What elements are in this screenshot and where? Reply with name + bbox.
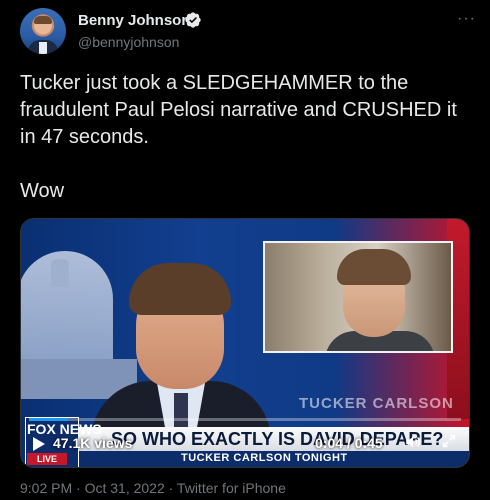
author-avatar[interactable] [20,8,66,54]
video-watermark: TUCKER CARLSON [299,395,454,412]
more-options-icon[interactable]: ··· [457,10,476,28]
fullscreen-icon[interactable] [441,433,457,449]
live-badge: LIVE [27,453,67,465]
video-player[interactable]: TUCKER CARLSON SO WHO EXACTLY IS DAVID D… [20,218,470,468]
chyron-show: TUCKER CARLSON TONIGHT [181,452,348,464]
author-handle[interactable]: @bennyjohnson [78,34,179,50]
tweet-metadata: 9:02 PM · Oct 31, 2022 · Twitter for iPh… [20,480,286,496]
verified-badge-icon [185,12,201,28]
play-icon[interactable] [33,437,45,451]
video-progress-bar[interactable] [29,418,461,421]
video-progress-fill [29,418,68,421]
picture-in-picture-photo [263,241,453,353]
volume-icon[interactable] [404,433,422,451]
author-name[interactable]: Benny Johnson [78,12,191,29]
video-time: 0:04 / 0:45 [315,435,383,451]
chyron-headline: SO WHO EXACTLY IS DAVID DEPAPE? [111,429,444,449]
tweet-text: Tucker just took a SLEDGEHAMMER to the f… [20,72,457,202]
tweet-header: Benny Johnson @bennyjohnson ··· [20,8,476,56]
view-count: 47.1K views [53,435,133,451]
